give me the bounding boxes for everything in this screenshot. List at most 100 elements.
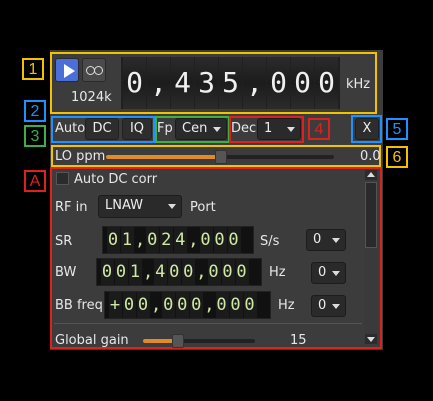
scrollbar[interactable] [364,170,378,344]
chevron-up-icon [367,172,375,177]
record-button[interactable] [82,58,106,82]
digit-cell: , [143,262,155,282]
digit-cell[interactable]: 0 [176,292,190,318]
close-device-button[interactable]: X [355,118,379,140]
callout-5: 5 [386,118,408,140]
digit-cell[interactable]: 0 [215,292,229,318]
digit-cell[interactable]: 0 [123,292,136,318]
frequency-digit[interactable]: 0 [123,57,146,109]
frequency-digit[interactable]: 0 [267,57,290,109]
scroll-up-button[interactable] [365,170,377,180]
scroll-thumb[interactable] [365,182,377,248]
chevron-down-icon [168,204,176,209]
digit-cell[interactable]: 0 [115,259,128,285]
rf-in-label: RF in [55,200,88,215]
port-label: Port [190,200,216,215]
bandwidth-unit: Hz [269,265,286,280]
digit-cell[interactable]: 0 [146,227,160,253]
global-gain-slider-handle[interactable] [171,334,184,348]
bb-freq-label: BB freq [55,298,103,313]
digit-cell[interactable]: 0 [162,292,176,318]
play-icon [64,64,75,78]
bw-combo-value: 0 [318,265,327,280]
fp-value: Cen [182,121,208,136]
frequency-digit: , [243,57,266,109]
chevron-down-icon [332,304,340,309]
digit-cell[interactable]: 0 [182,259,196,285]
digit-cell: , [188,230,200,250]
rf-in-value: LNAW [105,198,144,213]
sample-rate-field[interactable]: 0 1,0 2 4,0 0 0 [102,226,254,254]
record-icon [86,66,103,75]
callout-a: A [24,170,46,192]
digit-cell: , [204,295,216,315]
bb-freq-field[interactable]: +0 0,0 0 0,0 0 0 [104,291,271,319]
rf-input-select[interactable]: LNAW [98,195,182,218]
digit-cell[interactable]: 0 [229,292,243,318]
scroll-down-button[interactable] [365,334,377,344]
bandwidth-field[interactable]: 0 0 1,4 0 0,0 0 0 [96,258,262,286]
sample-rate-label: SR [55,234,73,249]
callout-2: 2 [24,100,46,122]
digit-cell[interactable]: 0 [207,259,221,285]
digit-cell[interactable]: 0 [168,259,182,285]
fp-label: Fp [157,121,173,136]
global-gain-label: Global gain [55,333,129,348]
frequency-digit[interactable]: 0 [291,57,314,109]
auto-label: Auto [55,121,86,136]
frequency-digit[interactable]: 5 [219,57,242,109]
frequency-digit[interactable]: 0 [315,57,338,109]
digit-cell[interactable]: 0 [227,227,241,253]
fp-position-select[interactable]: Cen [175,118,227,140]
digit-cell[interactable]: 0 [101,259,114,285]
digit-cell[interactable]: 0 [199,227,213,253]
chevron-down-icon [213,127,221,132]
callout-6: 6 [386,146,408,168]
sample-rate-mode-select[interactable]: 0 [306,229,346,251]
decimation-select[interactable]: 1 [257,118,301,140]
digit-cell[interactable]: 0 [235,259,249,285]
frequency-digit: , [147,57,170,109]
digit-cell[interactable]: 0 [243,292,257,318]
digit-cell: , [151,295,163,315]
callout-1: 1 [22,58,44,80]
digit-cell[interactable]: 1 [121,227,134,253]
digit-cell: , [196,262,208,282]
digit-cell[interactable]: 0 [213,227,227,253]
start-stop-button[interactable] [55,58,79,82]
lo-ppm-value: 0.0 [360,149,381,164]
section-divider [54,323,362,324]
bandwidth-mode-select[interactable]: 0 [311,262,346,284]
decimation-value: 1 [264,121,273,136]
lo-ppm-label: LO ppm [55,149,106,164]
global-gain-value: 15 [290,333,307,348]
lo-ppm-slider-fill [106,155,220,159]
frequency-digit[interactable]: 4 [171,57,194,109]
bb-freq-unit: Hz [278,298,295,313]
decimation-label: Dec [231,121,257,136]
dc-correction-button[interactable]: DC [85,118,119,140]
chevron-down-icon [332,238,340,243]
digit-cell[interactable]: + [109,292,122,318]
chevron-down-icon [332,271,340,276]
bb-combo-value: 0 [318,298,327,313]
digit-cell[interactable]: 4 [154,259,168,285]
sr-combo-value: 0 [313,232,322,247]
digit-cell[interactable]: 2 [160,227,174,253]
chevron-down-icon [287,127,295,132]
callout-4: 4 [308,118,330,140]
digit-cell[interactable]: 4 [174,227,188,253]
digit-cell[interactable]: 1 [129,259,142,285]
digit-cell[interactable]: 0 [107,227,120,253]
lo-ppm-slider-handle[interactable] [215,150,227,164]
iq-correction-button[interactable]: IQ [122,118,152,140]
frequency-digit[interactable]: 3 [195,57,218,109]
lo-ppm-slider[interactable] [106,150,334,164]
auto-dc-corr-checkbox[interactable] [56,172,69,185]
digit-cell[interactable]: 0 [137,292,150,318]
bb-freq-mode-select[interactable]: 0 [311,295,346,317]
center-frequency-dial[interactable]: 0,435,000 [121,57,340,109]
digit-cell[interactable]: 0 [190,292,204,318]
global-gain-slider[interactable] [143,334,255,348]
digit-cell[interactable]: 0 [221,259,235,285]
